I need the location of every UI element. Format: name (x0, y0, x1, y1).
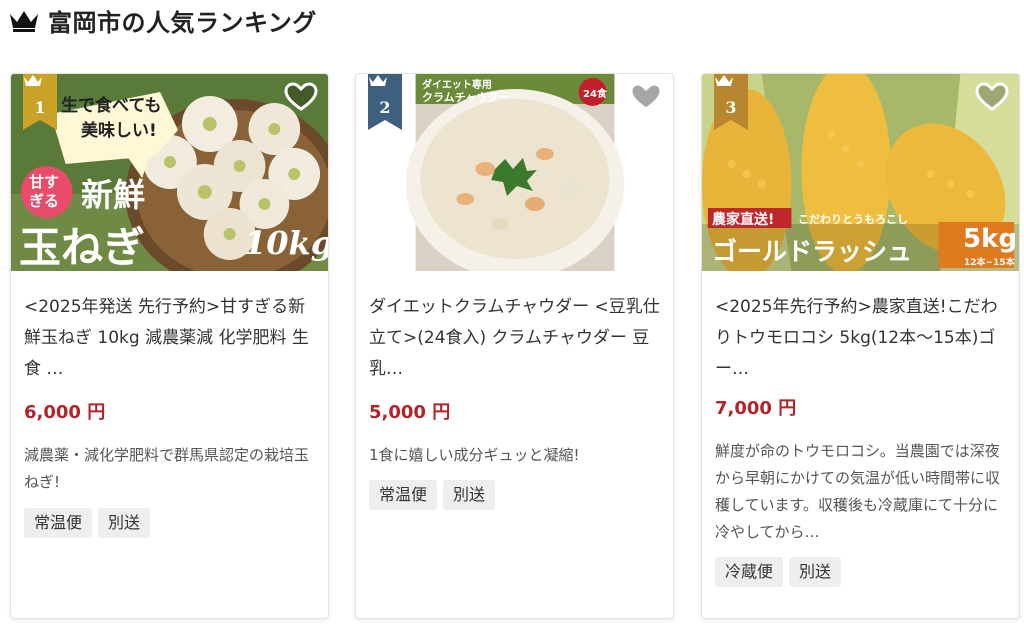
product-image-chowder[interactable]: ダイエット専用 クラムチャウダー 24食 2 (356, 74, 673, 271)
image-text-name: ゴールドラッシュ (712, 237, 913, 266)
crown-icon (10, 11, 38, 32)
image-badge-bottom: ぎる (29, 192, 60, 210)
image-text-count: 12本~15本 (964, 258, 1015, 268)
tag-shipping-type: 常温便 (24, 508, 93, 538)
heart-outline-icon[interactable] (629, 82, 663, 112)
tag-shipping-type: 冷蔵便 (715, 557, 784, 587)
image-text-name: 玉ねぎ (19, 223, 146, 271)
heart-outline-icon[interactable] (284, 82, 318, 112)
image-text-count: 24食 (583, 89, 607, 100)
image-text-fresh: 新鮮 (81, 176, 146, 214)
image-text-line1: 生で食べても (61, 96, 162, 116)
product-description: 鮮度が命のトウモロコシ。当農園では深夜から早朝にかけての気温が低い時間帯に収穫し… (715, 442, 1001, 541)
crown-icon (715, 75, 733, 86)
rank-number: 3 (725, 98, 737, 117)
product-image-onion[interactable]: 生で食べても 美味しい! 甘す ぎる 新鮮 玉ねぎ 10kg 1 (11, 74, 328, 271)
product-description: 減農薬・減化学肥料で群馬県認定の栽培玉ねぎ! (24, 446, 310, 491)
rank-badge: 2 (368, 74, 402, 130)
shipping-tags: 常温便 別送 (24, 508, 151, 538)
product-title[interactable]: ダイエットクラムチャウダー <豆乳仕立て>(24食入) クラムチャウダー 豆乳… (369, 292, 663, 385)
shipping-tags: 常温便 別送 (369, 480, 496, 510)
product-title[interactable]: <2025年発送 先行予約>甘すぎる新鮮玉ねぎ 10kg 減農薬減 化学肥料 生… (24, 292, 318, 385)
product-price: 7,000 円 (715, 398, 797, 419)
image-text-line2: 美味しい! (81, 121, 157, 141)
crown-icon (24, 75, 42, 86)
product-card-2[interactable]: ダイエット専用 クラムチャウダー 24食 2 ダイエットクラムチャウダー <豆乳… (355, 73, 674, 619)
product-card-1[interactable]: 生で食べても 美味しい! 甘す ぎる 新鮮 玉ねぎ 10kg 1 <2025年発… (10, 73, 329, 619)
heart-outline-icon[interactable] (975, 82, 1009, 112)
product-price: 6,000 円 (24, 402, 106, 423)
product-image-corn[interactable]: 農家直送! こだわりとうもろこし ゴールドラッシュ 5kg 12本~15本 3 (702, 74, 1019, 271)
shipping-tags: 冷蔵便 別送 (715, 557, 842, 587)
product-price: 5,000 円 (369, 402, 451, 423)
ranking-header: 富岡市の人気ランキング (8, 0, 317, 40)
product-description: 1食に嬉しい成分ギュッと凝縮! (369, 446, 580, 464)
image-text-weight: 5kg (963, 224, 1017, 254)
tag-separate-shipping: 別送 (789, 557, 842, 587)
image-text-direct: 農家直送! (712, 212, 775, 228)
tag-separate-shipping: 別送 (443, 480, 496, 510)
image-text-line2: クラムチャウダー (422, 91, 510, 104)
image-text-sub: こだわりとうもろこし (798, 213, 908, 226)
product-card-3[interactable]: 農家直送! こだわりとうもろこし ゴールドラッシュ 5kg 12本~15本 3 … (701, 73, 1020, 619)
crown-icon (369, 75, 387, 86)
rank-badge: 1 (23, 74, 57, 130)
tag-separate-shipping: 別送 (98, 508, 151, 538)
rank-number: 1 (34, 98, 46, 117)
image-text-weight: 10kg (244, 224, 328, 262)
rank-number: 2 (379, 98, 391, 117)
image-badge-top: 甘す (29, 173, 60, 191)
product-title[interactable]: <2025年先行予約>農家直送!こだわりトウモロコシ 5kg(12本〜15本)ゴ… (715, 292, 1009, 385)
page-title: 富岡市の人気ランキング (48, 8, 317, 37)
tag-shipping-type: 常温便 (369, 480, 438, 510)
rank-badge: 3 (714, 74, 748, 130)
